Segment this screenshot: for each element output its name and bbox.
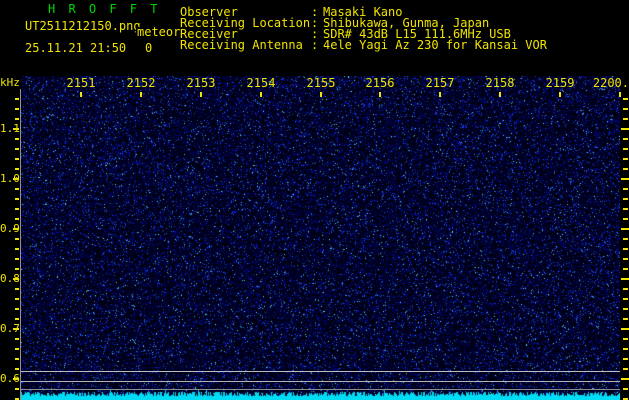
freq-minor-tick-right xyxy=(623,238,628,240)
echo-count-text: 0 xyxy=(145,43,152,54)
freq-minor-tick-left xyxy=(15,298,19,300)
reference-line xyxy=(21,389,620,390)
y-axis-line xyxy=(20,89,21,400)
freq-minor-tick-left xyxy=(15,168,19,170)
freq-minor-tick-right xyxy=(623,138,628,140)
time-tick-label: 2155 xyxy=(307,78,336,89)
freq-major-tick-right xyxy=(621,128,629,130)
freq-minor-tick-left xyxy=(15,348,19,350)
freq-minor-tick-right xyxy=(623,298,628,300)
freq-major-tick-left xyxy=(13,328,19,330)
metadata-label: Receiving Antenna xyxy=(180,40,303,51)
freq-major-tick-right xyxy=(621,178,629,180)
freq-major-tick-left xyxy=(13,278,19,280)
freq-minor-tick-left xyxy=(15,258,19,260)
freq-major-tick-left xyxy=(13,228,19,230)
time-tick xyxy=(320,92,322,97)
freq-minor-tick-left xyxy=(15,198,19,200)
freq-minor-tick-right xyxy=(623,198,628,200)
freq-minor-tick-left xyxy=(15,98,19,100)
freq-minor-tick-left xyxy=(15,318,19,320)
freq-minor-tick-left xyxy=(15,158,19,160)
time-tick xyxy=(140,92,142,97)
station-id-text: meteor xyxy=(136,27,180,38)
freq-minor-tick-right xyxy=(623,388,628,390)
freq-minor-tick-right xyxy=(623,268,628,270)
freq-minor-tick-right xyxy=(623,108,628,110)
freq-minor-tick-right xyxy=(623,258,628,260)
time-tick-label: 2153 xyxy=(187,78,216,89)
time-tick xyxy=(559,92,561,97)
freq-major-tick-left xyxy=(13,378,19,380)
freq-minor-tick-right xyxy=(623,248,628,250)
freq-minor-tick-right xyxy=(623,318,628,320)
freq-minor-tick-left xyxy=(15,338,19,340)
freq-minor-tick-right xyxy=(623,338,628,340)
freq-minor-tick-right xyxy=(623,208,628,210)
time-tick-label: 2158 xyxy=(486,78,515,89)
freq-minor-tick-left xyxy=(15,368,19,370)
time-tick xyxy=(619,92,621,97)
filename-text: UT2511212150.png xyxy=(25,21,141,32)
time-tick xyxy=(200,92,202,97)
freq-major-tick-right xyxy=(621,378,629,380)
freq-minor-tick-right xyxy=(623,218,628,220)
freq-minor-tick-left xyxy=(15,308,19,310)
freq-minor-tick-right xyxy=(623,348,628,350)
reference-line xyxy=(21,371,620,372)
freq-minor-tick-left xyxy=(15,188,19,190)
freq-minor-tick-left xyxy=(15,138,19,140)
time-tick xyxy=(439,92,441,97)
freq-minor-tick-left xyxy=(15,108,19,110)
freq-minor-tick-right xyxy=(623,148,628,150)
time-tick xyxy=(80,92,82,97)
hrofft-window: H R O F F T UT2511212150.png meteor 25.1… xyxy=(0,0,629,400)
freq-minor-tick-left xyxy=(15,238,19,240)
freq-minor-tick-right xyxy=(623,308,628,310)
freq-minor-tick-right xyxy=(623,118,628,120)
freq-minor-tick-right xyxy=(623,288,628,290)
time-tick-label: 2151 xyxy=(67,78,96,89)
freq-minor-tick-left xyxy=(15,388,19,390)
time-tick-label: 2159 xyxy=(546,78,575,89)
time-tick xyxy=(379,92,381,97)
freq-minor-tick-left xyxy=(15,288,19,290)
spectrogram-canvas xyxy=(21,76,620,400)
time-tick-label: 2200. xyxy=(593,78,629,89)
time-tick xyxy=(499,92,501,97)
time-tick-label: 2156 xyxy=(366,78,395,89)
time-tick-label: 2154 xyxy=(247,78,276,89)
datetime-text: 25.11.21 21:50 xyxy=(25,43,126,54)
metadata-value: 4ele Yagi Az 230 for Kansai VOR xyxy=(323,40,547,51)
freq-minor-tick-right xyxy=(623,168,628,170)
time-tick-label: 2152 xyxy=(127,78,156,89)
freq-major-tick-left xyxy=(13,178,19,180)
freq-minor-tick-left xyxy=(15,208,19,210)
time-tick-label: 2157 xyxy=(426,78,455,89)
freq-minor-tick-left xyxy=(15,268,19,270)
metadata-separator: : xyxy=(311,40,318,51)
freq-minor-tick-left xyxy=(15,358,19,360)
reference-line xyxy=(21,381,620,382)
time-tick xyxy=(260,92,262,97)
freq-minor-tick-left xyxy=(15,218,19,220)
freq-minor-tick-right xyxy=(623,188,628,190)
app-title: H R O F F T xyxy=(48,3,160,15)
freq-major-tick-left xyxy=(13,128,19,130)
freq-major-tick-right xyxy=(621,278,629,280)
freq-minor-tick-left xyxy=(15,248,19,250)
freq-major-tick-right xyxy=(621,328,629,330)
freq-minor-tick-right xyxy=(623,158,628,160)
y-axis-unit-label: kHz xyxy=(0,77,20,88)
freq-minor-tick-left xyxy=(15,148,19,150)
freq-minor-tick-right xyxy=(623,368,628,370)
freq-minor-tick-right xyxy=(623,358,628,360)
freq-minor-tick-right xyxy=(623,98,628,100)
freq-minor-tick-left xyxy=(15,118,19,120)
freq-major-tick-right xyxy=(621,228,629,230)
